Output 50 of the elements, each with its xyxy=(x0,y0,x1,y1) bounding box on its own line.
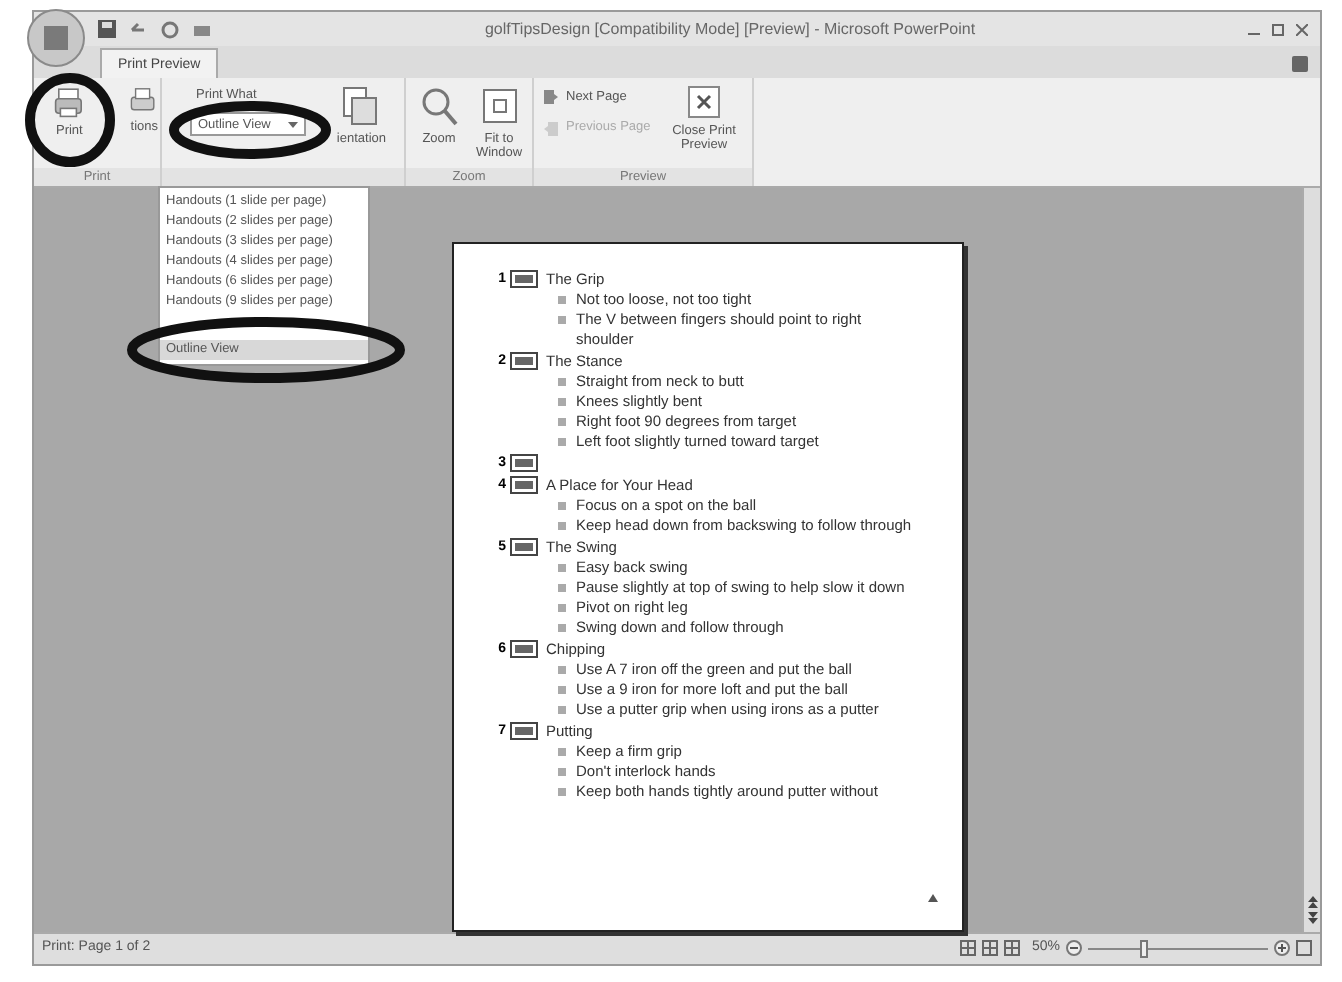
bullet-icon xyxy=(558,604,566,613)
zoom-out-icon[interactable] xyxy=(1066,940,1082,957)
bullet-icon xyxy=(558,748,566,757)
bullet-icon xyxy=(558,296,566,305)
bullet-icon xyxy=(558,522,566,531)
save-icon[interactable] xyxy=(98,20,116,39)
bullet-icon xyxy=(558,706,566,715)
close-icon[interactable] xyxy=(1296,23,1308,36)
slide-icon xyxy=(510,453,538,472)
undo-icon[interactable] xyxy=(128,21,148,38)
bullet-icon xyxy=(558,316,566,325)
dropdown-arrow-icon xyxy=(288,121,298,128)
page-down-icon[interactable] xyxy=(1307,911,1317,924)
scroll-bar[interactable] xyxy=(1302,187,1320,932)
bullet-icon xyxy=(558,398,566,407)
bullet-icon xyxy=(558,502,566,511)
slide-icon xyxy=(510,721,538,740)
bullet-icon xyxy=(558,768,566,777)
bullet-icon xyxy=(558,666,566,675)
pages-icon xyxy=(342,85,378,126)
page-up-icon[interactable] xyxy=(1307,895,1317,908)
magnifier-icon xyxy=(419,85,459,126)
help-icon[interactable] xyxy=(1292,55,1308,72)
slide-icon xyxy=(510,269,538,288)
window-title: golfTipsDesign [Compatibility Mode] [Preview] - Microsoft PowerPoint xyxy=(482,17,978,42)
slide-sorter-icon[interactable] xyxy=(981,940,998,957)
bullet-icon xyxy=(558,564,566,573)
previous-page-icon xyxy=(542,119,560,138)
zoom-slider[interactable] xyxy=(1139,939,1148,958)
slide-icon xyxy=(510,639,538,658)
page-corner-icon xyxy=(928,893,938,902)
marker-circle xyxy=(24,72,116,168)
fit-page-icon xyxy=(479,85,519,126)
maximize-icon[interactable] xyxy=(1272,23,1284,36)
slide-show-icon[interactable] xyxy=(1003,940,1020,957)
bullet-icon xyxy=(558,686,566,695)
fit-window-icon[interactable] xyxy=(1296,940,1312,957)
bullet-icon xyxy=(558,418,566,427)
bullet-icon xyxy=(558,788,566,797)
next-page-icon xyxy=(542,88,560,107)
bullet-icon xyxy=(558,584,566,593)
close-icon xyxy=(688,85,720,118)
bullet-icon xyxy=(558,438,566,447)
bullet-icon xyxy=(558,624,566,633)
normal-view-icon[interactable] xyxy=(959,940,976,957)
bullet-icon xyxy=(558,378,566,387)
zoom-in-icon[interactable] xyxy=(1274,940,1290,957)
slide-icon xyxy=(510,475,538,494)
slide-icon xyxy=(510,537,538,556)
slide-icon xyxy=(510,351,538,370)
